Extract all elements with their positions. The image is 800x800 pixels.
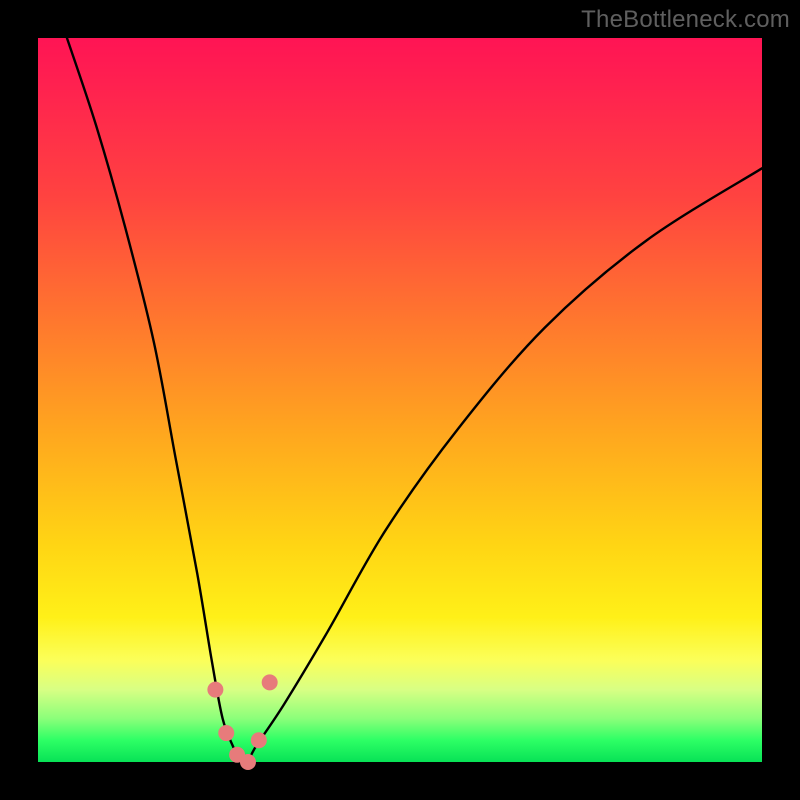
watermark-text: TheBottleneck.com bbox=[581, 6, 790, 34]
chart-frame: TheBottleneck.com bbox=[0, 0, 800, 800]
bottleneck-curve bbox=[67, 38, 762, 764]
trough-marker bbox=[262, 674, 278, 690]
trough-marker bbox=[218, 725, 234, 741]
trough-markers bbox=[207, 674, 277, 770]
trough-marker bbox=[240, 754, 256, 770]
trough-marker bbox=[207, 682, 223, 698]
trough-marker bbox=[251, 732, 267, 748]
curve-layer bbox=[38, 38, 762, 762]
plot-area bbox=[38, 38, 762, 762]
